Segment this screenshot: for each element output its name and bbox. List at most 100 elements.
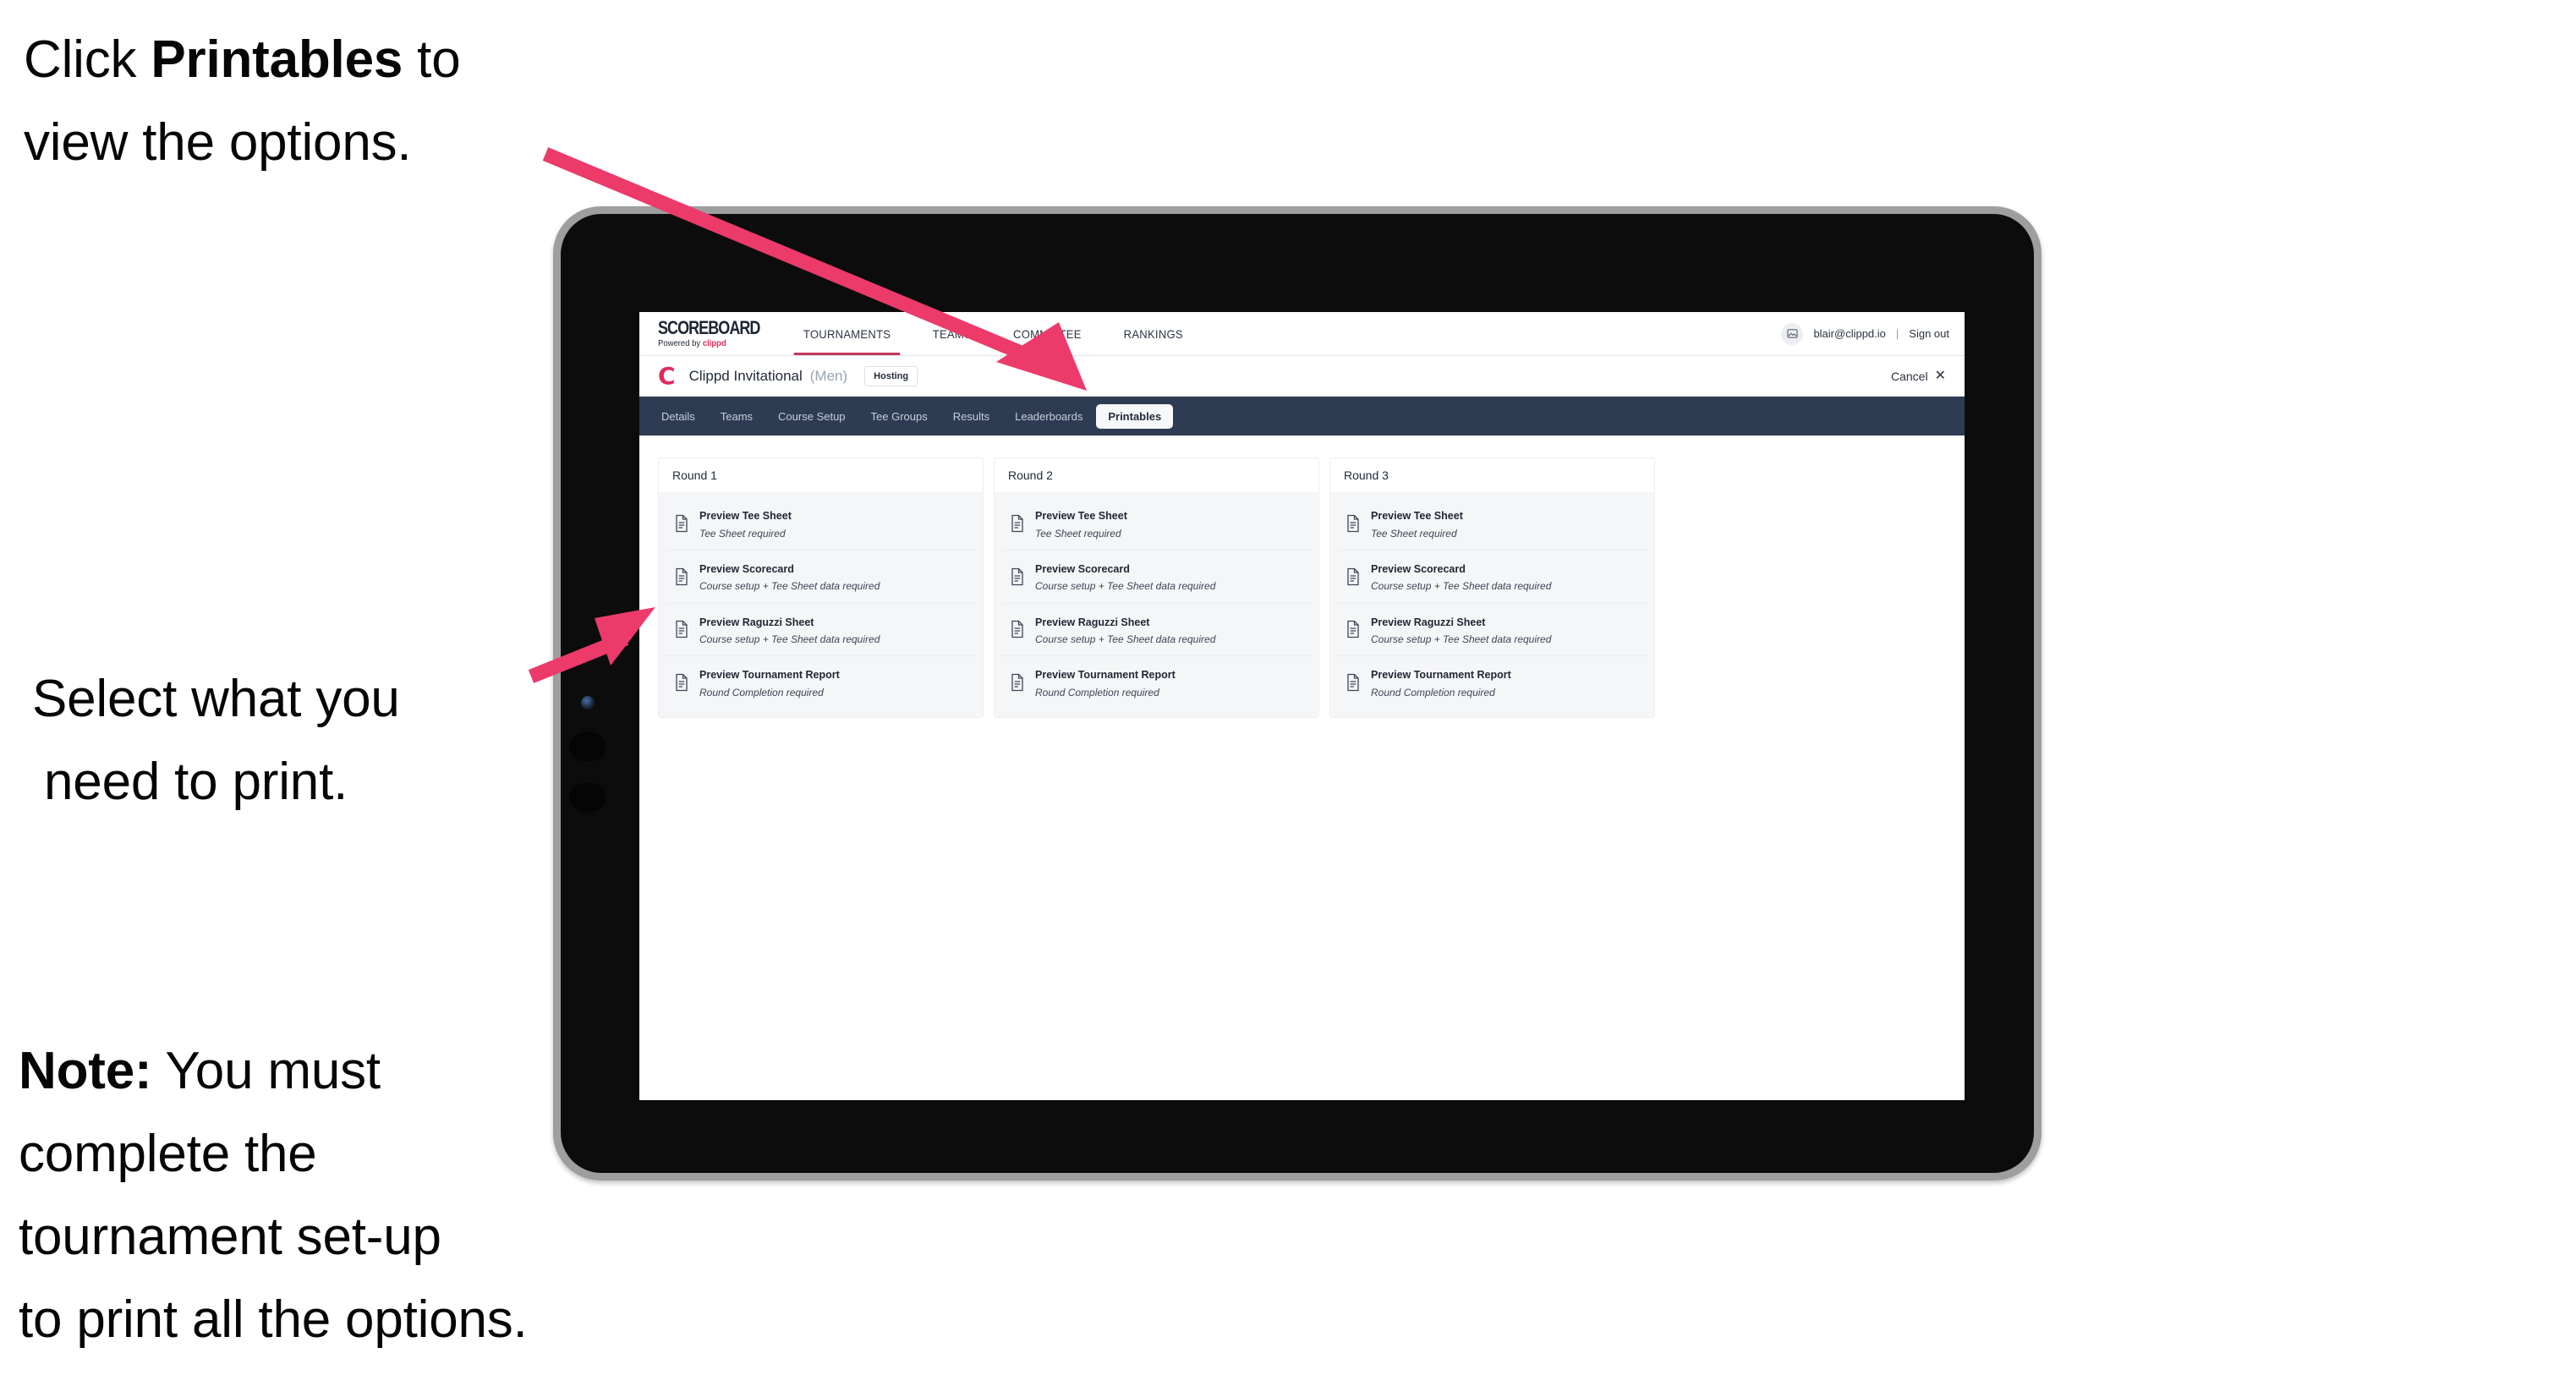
- list-item[interactable]: Preview Raguzzi Sheet Course setup + Tee…: [1337, 603, 1647, 657]
- list-item-subtitle: Course setup + Tee Sheet data required: [1371, 633, 1552, 646]
- annotation-select-line1: Select what you: [32, 670, 400, 728]
- account-email: blair@clippd.io: [1813, 327, 1886, 340]
- nav-item-committee[interactable]: COMMITTEE: [995, 312, 1099, 355]
- list-item-subtitle: Round Completion required: [1371, 686, 1495, 698]
- list-item-subtitle: Tee Sheet required: [699, 527, 786, 540]
- logo-tagline-pre: Powered by: [658, 339, 703, 348]
- list-item-title: Preview Tee Sheet: [699, 510, 792, 522]
- nav-label-committee: COMMITTEE: [1012, 326, 1082, 341]
- list-item-subtitle: Course setup + Tee Sheet data required: [1371, 580, 1552, 593]
- document-icon: [1346, 567, 1361, 586]
- list-item-text: Preview Tournament Report Round Completi…: [1371, 666, 1511, 699]
- list-item-title: Preview Tee Sheet: [1371, 510, 1463, 522]
- list-item-title: Preview Tournament Report: [1035, 669, 1176, 682]
- list-item-subtitle: Round Completion required: [1035, 686, 1159, 698]
- nav-item-rankings[interactable]: RANKINGS: [1106, 312, 1200, 355]
- list-item[interactable]: Preview Tournament Report Round Completi…: [1337, 656, 1647, 709]
- document-icon: [674, 620, 689, 638]
- list-item[interactable]: Preview Tee Sheet Tee Sheet required: [1337, 497, 1647, 551]
- list-item-title: Preview Scorecard: [1371, 562, 1466, 575]
- list-item-text: Preview Scorecard Course setup + Tee She…: [1035, 560, 1215, 594]
- scoreboard-logo[interactable]: SCOREBOARD Powered by clippd: [639, 317, 775, 349]
- round-title-1: Round 1: [658, 457, 984, 492]
- tab-details[interactable]: Details: [649, 404, 707, 429]
- document-icon: [674, 567, 689, 586]
- list-item[interactable]: Preview Scorecard Course setup + Tee She…: [666, 550, 976, 604]
- list-item-subtitle: Tee Sheet required: [1371, 527, 1457, 540]
- tab-leaderboards[interactable]: Leaderboards: [1003, 404, 1094, 429]
- primary-nav: TOURNAMENTS TEAMS COMMITTEE RANKINGS: [781, 312, 1203, 355]
- annotation-click-pre: Click: [24, 30, 151, 89]
- list-item[interactable]: Preview Tournament Report Round Completi…: [666, 656, 976, 709]
- list-item-title: Preview Scorecard: [1035, 562, 1130, 575]
- camera-lens-icon: [581, 696, 595, 709]
- tab-label-details: Details: [661, 409, 695, 423]
- list-item-subtitle: Tee Sheet required: [1035, 527, 1121, 540]
- tutorial-slide: Click Printables to view the options. Se…: [0, 0, 2576, 1386]
- list-item-text: Preview Tee Sheet Tee Sheet required: [1371, 507, 1463, 540]
- tab-tee-groups[interactable]: Tee Groups: [859, 404, 940, 429]
- list-item-text: Preview Scorecard Course setup + Tee She…: [699, 560, 880, 594]
- annotation-note-line4: to print all the options.: [19, 1290, 528, 1349]
- cancel-label: Cancel: [1891, 369, 1928, 383]
- annotation-note-line2: complete the: [19, 1124, 317, 1183]
- round-column-1: Round 1 Preview Tee Sheet Tee Sheet requ…: [658, 457, 984, 719]
- tab-label-leaderboards: Leaderboards: [1015, 409, 1083, 423]
- nav-item-tournaments[interactable]: TOURNAMENTS: [786, 312, 907, 355]
- list-item[interactable]: Preview Scorecard Course setup + Tee She…: [1001, 550, 1312, 604]
- list-item[interactable]: Preview Tee Sheet Tee Sheet required: [1001, 497, 1312, 551]
- tablet-device: SCOREBOARD Powered by clippd TOURNAMENTS…: [553, 206, 2042, 1181]
- list-item[interactable]: Preview Tee Sheet Tee Sheet required: [666, 497, 976, 551]
- rounds-grid: Round 1 Preview Tee Sheet Tee Sheet requ…: [658, 457, 1946, 719]
- tournament-name: Clippd Invitational: [688, 367, 803, 384]
- tab-label-course-setup: Course Setup: [778, 409, 846, 423]
- tab-results[interactable]: Results: [941, 404, 1001, 429]
- tab-printables[interactable]: Printables: [1096, 403, 1174, 429]
- list-item-title: Preview Tournament Report: [699, 669, 840, 682]
- account-separator: |: [1895, 327, 1899, 340]
- logo-tagline: Powered by clippd: [658, 339, 769, 348]
- round-title-2: Round 2: [994, 457, 1319, 492]
- document-icon: [1346, 620, 1361, 638]
- list-item[interactable]: Preview Scorecard Course setup + Tee She…: [1337, 550, 1647, 604]
- round-items-3: Preview Tee Sheet Tee Sheet required Pre…: [1329, 492, 1655, 719]
- nav-label-rankings: RANKINGS: [1123, 326, 1183, 341]
- tablet-screen: SCOREBOARD Powered by clippd TOURNAMENTS…: [639, 312, 1965, 1100]
- side-button-top[interactable]: [569, 731, 606, 762]
- tab-label-results: Results: [952, 409, 990, 423]
- document-icon: [1346, 673, 1361, 692]
- list-item-text: Preview Raguzzi Sheet Course setup + Tee…: [1371, 613, 1551, 647]
- printables-content: Round 1 Preview Tee Sheet Tee Sheet requ…: [639, 436, 1965, 1100]
- list-item-title: Preview Scorecard: [699, 562, 794, 575]
- list-item[interactable]: Preview Tournament Report Round Completi…: [1001, 656, 1312, 709]
- annotation-click-printables: Click Printables to view the options.: [24, 19, 582, 184]
- round-items-2: Preview Tee Sheet Tee Sheet required Pre…: [994, 492, 1319, 719]
- list-item[interactable]: Preview Raguzzi Sheet Course setup + Tee…: [666, 603, 976, 657]
- close-icon: ✕: [1934, 368, 1946, 383]
- side-button-bottom[interactable]: [569, 782, 606, 813]
- round-column-2: Round 2 Preview Tee Sheet Tee Sheet requ…: [994, 457, 1319, 719]
- document-icon: [1010, 514, 1025, 533]
- sign-out-link[interactable]: Sign out: [1909, 327, 1949, 340]
- round-column-3: Round 3 Preview Tee Sheet Tee Sheet requ…: [1329, 457, 1655, 719]
- avatar[interactable]: [1781, 322, 1804, 345]
- nav-item-teams[interactable]: TEAMS: [915, 312, 989, 355]
- tablet-bezel: SCOREBOARD Powered by clippd TOURNAMENTS…: [561, 214, 2034, 1173]
- list-item-text: Preview Raguzzi Sheet Course setup + Tee…: [699, 613, 880, 647]
- round-title-3: Round 3: [1329, 457, 1655, 492]
- tab-label-tee-groups: Tee Groups: [870, 409, 928, 423]
- cancel-button[interactable]: Cancel ✕: [1891, 368, 1946, 383]
- list-item-subtitle: Course setup + Tee Sheet data required: [1035, 580, 1216, 593]
- list-item-title: Preview Raguzzi Sheet: [699, 616, 814, 628]
- list-item[interactable]: Preview Raguzzi Sheet Course setup + Tee…: [1001, 603, 1312, 657]
- logo-wordmark: SCOREBOARD: [658, 317, 760, 338]
- list-item-subtitle: Course setup + Tee Sheet data required: [699, 633, 880, 646]
- list-item-text: Preview Scorecard Course setup + Tee She…: [1371, 560, 1551, 594]
- tab-label-printables: Printables: [1108, 409, 1162, 423]
- document-icon: [674, 514, 689, 533]
- tab-course-setup[interactable]: Course Setup: [766, 404, 858, 429]
- tab-teams[interactable]: Teams: [709, 404, 765, 429]
- annotation-click-post: to: [403, 30, 461, 89]
- annotation-select-line2: need to print.: [44, 752, 348, 811]
- annotation-note-rest: You must: [151, 1042, 381, 1100]
